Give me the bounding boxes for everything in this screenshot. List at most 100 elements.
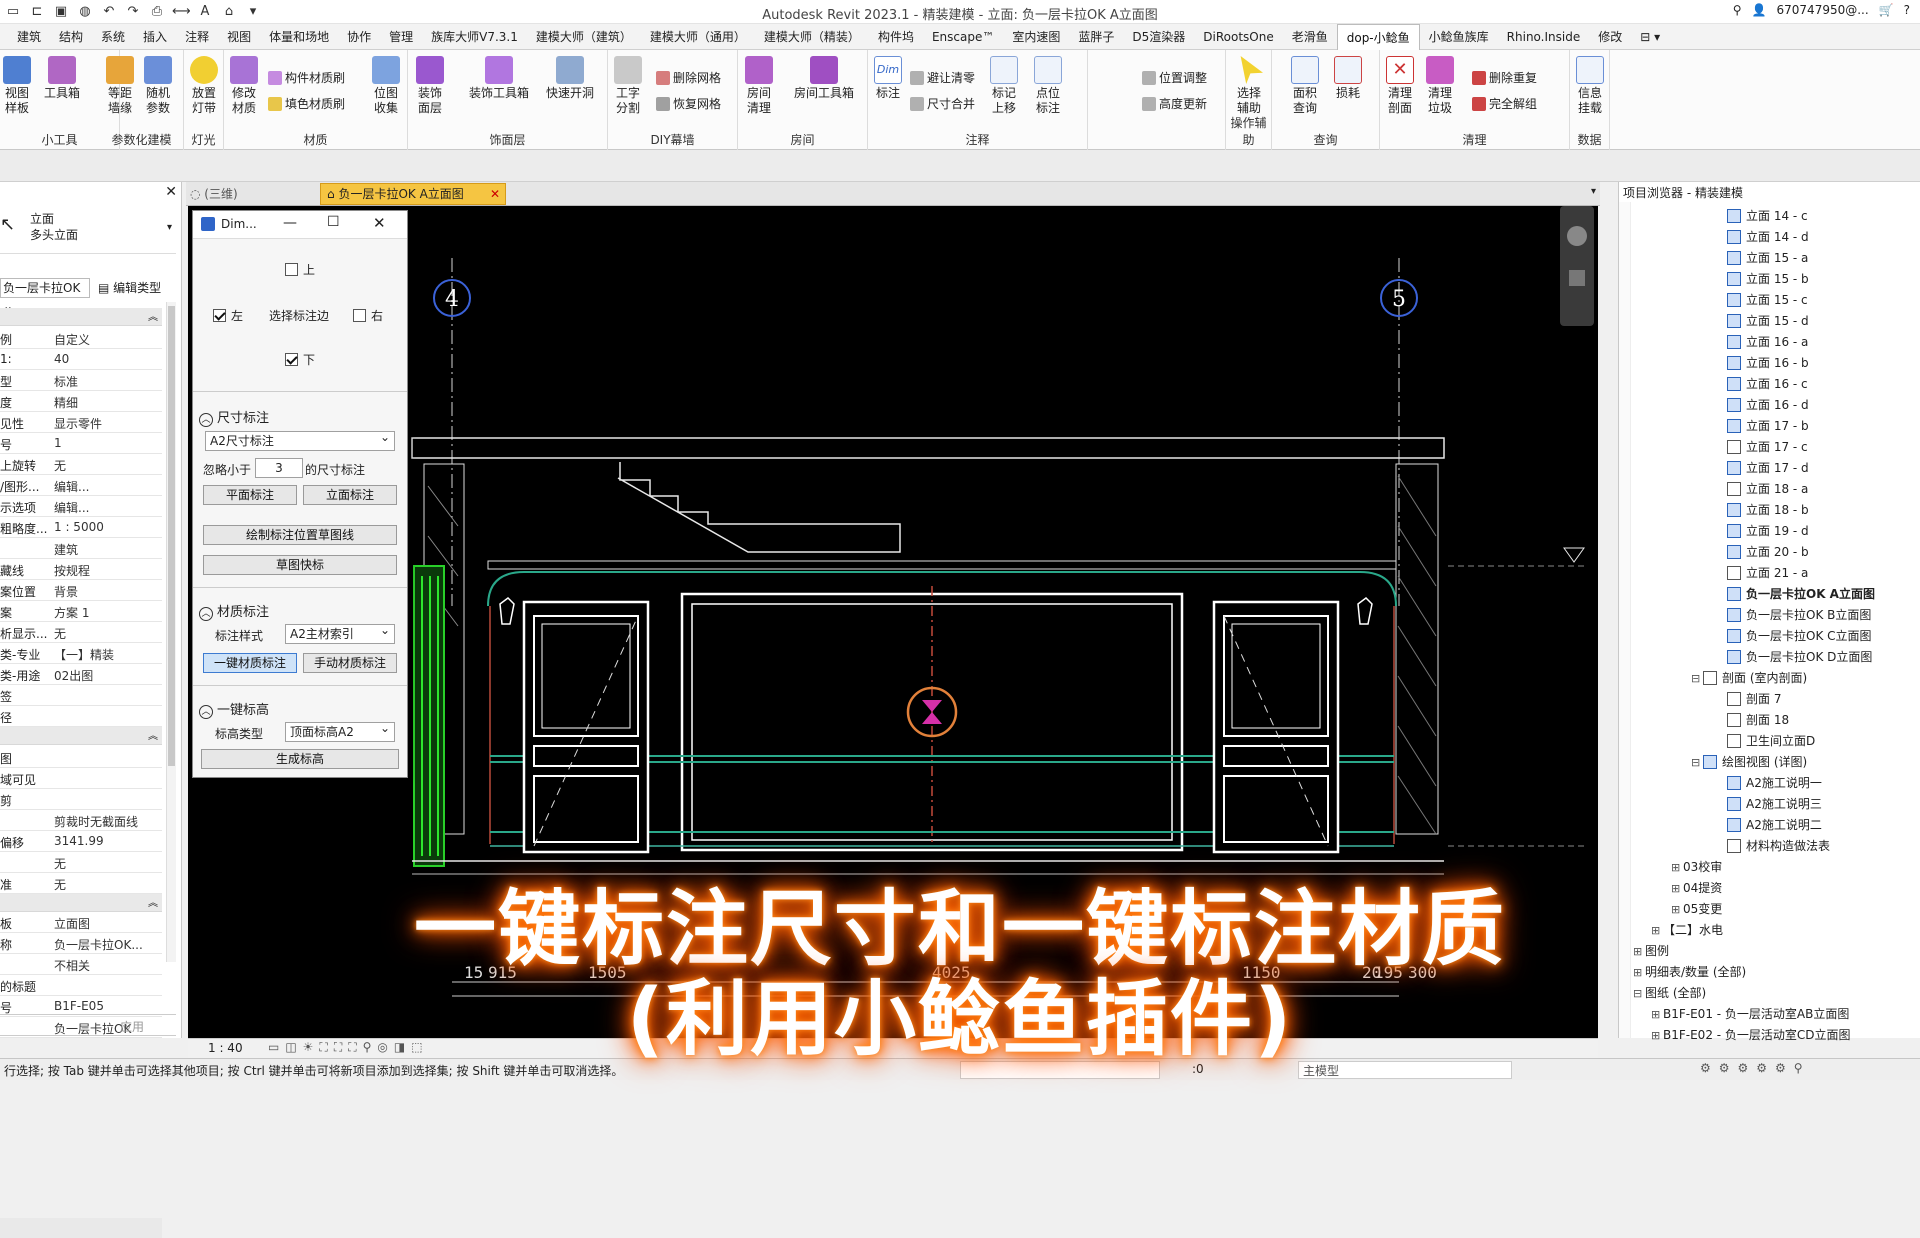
plan-dim-button[interactable]: 平面标注	[203, 485, 297, 505]
property-value[interactable]: 显示零件	[54, 415, 160, 432]
browser-item[interactable]: 剖面 7	[1727, 689, 1781, 710]
scale-label[interactable]: 1 : 40	[208, 1041, 243, 1055]
property-row[interactable]: 建筑	[0, 538, 162, 559]
random-param-button[interactable]: 随机 参数	[142, 56, 174, 116]
menu-tab[interactable]: 体量和场地	[260, 24, 338, 50]
property-row[interactable]: 类-专业 【一】精装	[0, 643, 162, 664]
property-row[interactable]: 板 立面图	[0, 912, 162, 933]
property-row[interactable]: 不相关	[0, 954, 162, 975]
browser-item[interactable]: A2施工说明三	[1727, 794, 1822, 815]
apply-button[interactable]: 应用	[120, 1018, 144, 1035]
tab-3d[interactable]: ◌ (三维)	[190, 185, 290, 203]
view-template-button[interactable]: 视图 样板	[2, 56, 32, 116]
menu-tab[interactable]: 族库大师V7.3.1	[422, 24, 527, 50]
position-adjust-button[interactable]: 位置调整	[1142, 68, 1207, 88]
browser-item[interactable]: 立面 14 - c	[1727, 206, 1808, 227]
draw-sketch-button[interactable]: 绘制标注位置草图线	[203, 525, 397, 545]
bitmap-collect-button[interactable]: 位图 收集	[370, 56, 402, 116]
property-value[interactable]: 02出图	[54, 667, 160, 684]
browser-item[interactable]: 材料构造做法表	[1727, 836, 1830, 857]
property-row[interactable]: 无	[0, 852, 162, 873]
toolbox-button[interactable]: 工具箱	[42, 56, 82, 101]
point-dim-button[interactable]: 点位 标注	[1032, 56, 1064, 116]
section-dimension[interactable]: ︿ 尺寸标注	[199, 407, 269, 427]
browser-item[interactable]: 立面 17 - d	[1727, 458, 1809, 479]
browser-item[interactable]: 立面 21 - a	[1727, 563, 1808, 584]
collapse-icon[interactable]: ⊟	[1633, 983, 1645, 1004]
browser-item[interactable]: 立面 16 - d	[1727, 395, 1809, 416]
panel-toggle-icon[interactable]: ⊟ ▾	[1631, 24, 1669, 50]
property-row[interactable]: 域可见	[0, 768, 162, 789]
browser-item[interactable]: ⊞ 05变更	[1671, 899, 1722, 920]
browser-item[interactable]: 立面 16 - b	[1727, 353, 1809, 374]
property-row[interactable]: 类-用途 02出图	[0, 664, 162, 685]
dim-merge-button[interactable]: 尺寸合并	[910, 94, 975, 114]
property-row[interactable]: 准无	[0, 873, 162, 894]
property-value[interactable]: 无	[54, 457, 160, 474]
property-row[interactable]: 上旋转 无	[0, 454, 162, 475]
maximize-icon[interactable]: ☐	[327, 214, 340, 230]
delete-grid-button[interactable]: 删除网格	[656, 68, 721, 88]
browser-item[interactable]: 立面 17 - c	[1727, 437, 1808, 458]
tab-dropdown-icon[interactable]: ▾	[1591, 186, 1596, 197]
property-value[interactable]: 【一】精装	[54, 646, 160, 663]
property-value[interactable]: 1	[54, 436, 160, 450]
menu-tab[interactable]: 视图	[218, 24, 260, 50]
property-value[interactable]: 方案 1	[54, 604, 160, 621]
section-material[interactable]: ︿ 材质标注	[199, 601, 269, 621]
expand-icon[interactable]: ⊞	[1671, 878, 1683, 899]
menu-tab[interactable]: 构件坞	[869, 24, 923, 50]
avoid-reset-button[interactable]: 避让清零	[910, 68, 975, 88]
menu-tab[interactable]: 管理	[380, 24, 422, 50]
cart-icon[interactable]: 🛒	[1879, 3, 1894, 17]
menu-tab[interactable]: 老滑鱼	[1283, 24, 1337, 50]
user-icon[interactable]: 👤	[1752, 3, 1767, 17]
level-type-select[interactable]: 顶面标高A2	[285, 719, 395, 742]
menu-tab[interactable]: 建模大师（精装）	[755, 24, 869, 50]
menu-tab[interactable]: 结构	[50, 24, 92, 50]
property-row[interactable]: 析显示... 无	[0, 622, 162, 643]
close-tab-icon[interactable]: ✕	[490, 184, 500, 204]
expand-icon[interactable]: ⊞	[1651, 1004, 1663, 1025]
browser-item[interactable]: ⊞ 图例	[1633, 941, 1669, 962]
checkbox[interactable]	[285, 353, 298, 366]
browser-item[interactable]: 立面 17 - b	[1727, 416, 1809, 437]
modify-material-button[interactable]: 修改 材质	[228, 56, 260, 116]
mat-style-select[interactable]: A2主材索引	[285, 621, 395, 644]
ignore-input[interactable]: 3	[255, 458, 303, 478]
edit-type-button[interactable]: ▤ 编辑类型	[98, 278, 161, 298]
browser-item[interactable]: 立面 19 - d	[1727, 521, 1809, 542]
restore-grid-button[interactable]: 恢复网格	[656, 94, 721, 114]
checkbox[interactable]	[213, 309, 226, 322]
browser-item[interactable]: ⊞ 明细表/数量 (全部)	[1633, 962, 1746, 983]
expand-icon[interactable]: ⊞	[1651, 920, 1663, 941]
browser-item[interactable]: 立面 15 - b	[1727, 269, 1809, 290]
property-value[interactable]: 无	[54, 855, 160, 872]
property-row[interactable]: 度 精细	[0, 391, 162, 412]
property-row[interactable]: 例 自定义	[0, 328, 162, 349]
browser-item[interactable]: 立面 15 - a	[1727, 248, 1808, 269]
dim-style-select[interactable]: A2尺寸标注	[205, 428, 395, 451]
browser-item[interactable]: ⊞ 04提资	[1671, 878, 1722, 899]
menu-tab[interactable]: 蓝胖子	[1069, 24, 1123, 50]
section-level[interactable]: ︿ 一键标高	[199, 699, 269, 719]
area-query-button[interactable]: 面积 查询	[1288, 56, 1322, 116]
collapse-icon[interactable]: ⊟	[1691, 752, 1703, 773]
binoculars-icon[interactable]: ⚲	[1733, 3, 1742, 17]
component-brush-button[interactable]: 构件材质刷	[268, 68, 345, 88]
chk-top[interactable]: 上	[285, 261, 315, 278]
room-clean-button[interactable]: 房间 清理	[742, 56, 776, 116]
property-value[interactable]: 按规程	[54, 562, 160, 579]
property-value[interactable]: 建筑	[54, 541, 160, 558]
checkbox[interactable]	[285, 263, 298, 276]
property-value[interactable]: 精细	[54, 394, 160, 411]
select-assist-button[interactable]: 选择 辅助	[1232, 56, 1266, 116]
property-row[interactable]: 型 标准	[0, 370, 162, 391]
menu-tab[interactable]: 插入	[134, 24, 176, 50]
browser-item[interactable]: 立面 18 - a	[1727, 479, 1808, 500]
browser-item[interactable]: 立面 16 - c	[1727, 374, 1808, 395]
menu-tab[interactable]: 注释	[176, 24, 218, 50]
property-row[interactable]: /图形... 编辑...	[0, 475, 162, 496]
browser-item[interactable]: 立面 15 - d	[1727, 311, 1809, 332]
property-row[interactable]: 剪裁时无截面线	[0, 810, 162, 831]
